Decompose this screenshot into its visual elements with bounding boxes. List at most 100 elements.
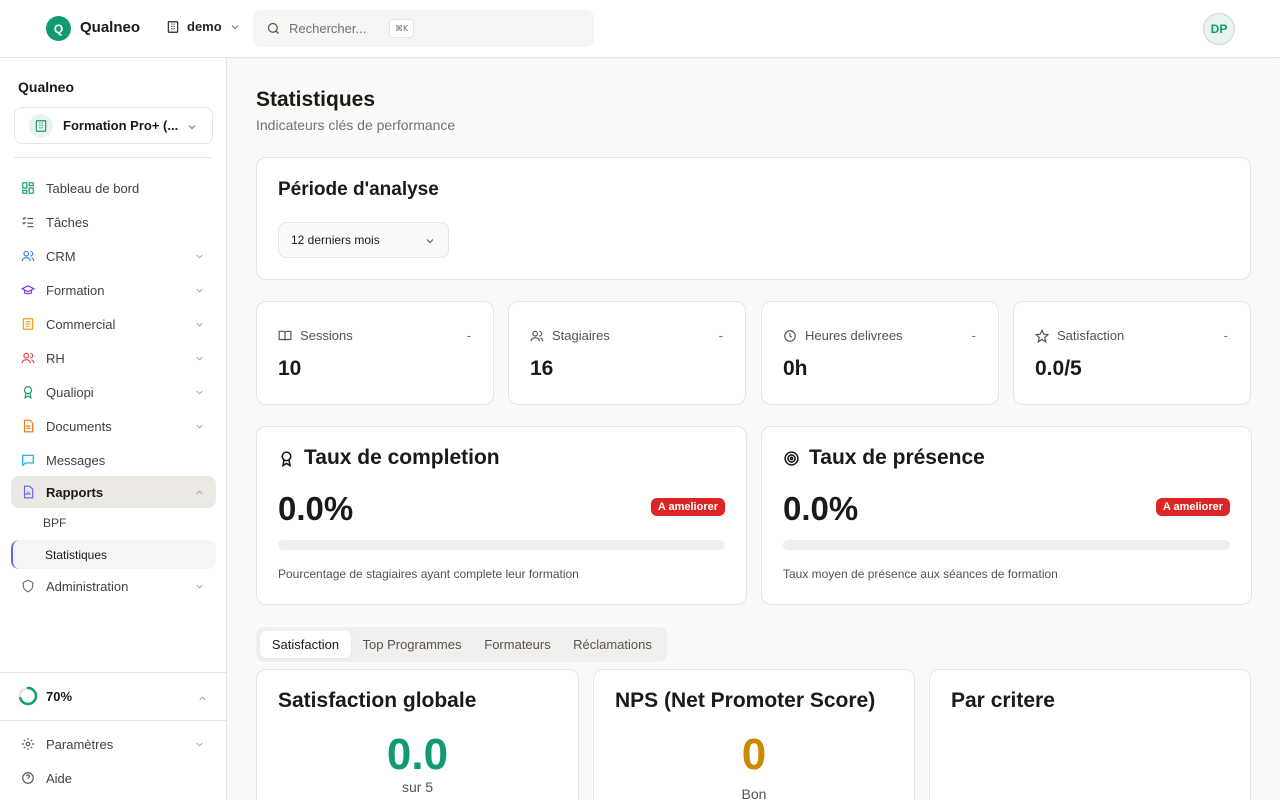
chevron-down-icon: [424, 235, 436, 247]
presence-progress-bar: [783, 540, 1230, 550]
page-title: Statistiques: [256, 88, 376, 111]
nps-subtitle: Bon: [741, 786, 767, 800]
chevron-down-icon: [194, 285, 205, 296]
sidebar-item-label: Rapports: [46, 484, 104, 500]
stat-card-heures: Heures delivrees - 0h: [761, 301, 999, 405]
message-icon: [21, 453, 35, 467]
status-badge: A ameliorer: [1155, 498, 1230, 516]
sidebar-item-label: Formation: [46, 282, 105, 298]
tab-reclamations[interactable]: Réclamations: [563, 631, 662, 658]
nps-card: NPS (Net Promoter Score) 0 Bon: [593, 669, 915, 800]
help-icon: [21, 771, 35, 785]
sidebar-subitem-bpf[interactable]: BPF: [43, 516, 66, 530]
progress-label: 70%: [46, 688, 73, 704]
book-icon: [278, 329, 292, 343]
star-icon: [1035, 328, 1049, 343]
stats-tabs: Satisfaction Top Programmes Formateurs R…: [256, 627, 667, 662]
sidebar-item-rapports[interactable]: Rapports: [11, 476, 216, 508]
sidebar-item-qualiopi[interactable]: Qualiopi: [11, 376, 216, 408]
divider: [0, 672, 226, 673]
stat-label: Heures delivrees: [805, 328, 903, 343]
sidebar-item-aide[interactable]: Aide: [11, 762, 216, 794]
chevron-down-icon: [194, 421, 205, 432]
workspace-label: demo: [187, 19, 222, 34]
onboarding-progress[interactable]: 70%: [18, 686, 72, 706]
building-icon: [29, 113, 53, 138]
period-select-value: 12 derniers mois: [291, 233, 380, 247]
tab-formateurs[interactable]: Formateurs: [474, 631, 561, 658]
tasks-icon: [21, 215, 35, 229]
progress-ring-icon: [18, 686, 38, 706]
user-avatar[interactable]: DP: [1203, 13, 1235, 45]
stat-card-stagiaires: Stagiaires - 16: [508, 301, 746, 405]
sidebar-item-rh[interactable]: RH: [11, 342, 216, 374]
page-subtitle: Indicateurs clés de performance: [256, 117, 456, 133]
sidebar-item-messages[interactable]: Messages: [11, 444, 216, 476]
sidebar-item-label: Tâches: [46, 214, 89, 230]
gear-icon: [21, 737, 35, 751]
search-shortcut: ⌘K: [389, 19, 415, 38]
tab-satisfaction[interactable]: Satisfaction: [260, 631, 351, 658]
completion-title: Taux de completion: [304, 446, 500, 469]
award-icon: [278, 450, 295, 467]
tab-top-programmes[interactable]: Top Programmes: [353, 631, 471, 658]
users-icon: [530, 329, 544, 343]
dashboard-icon: [21, 181, 35, 195]
search-icon: [266, 21, 281, 36]
sidebar-item-parametres[interactable]: Paramètres: [11, 728, 216, 760]
sidebar-item-documents[interactable]: Documents: [11, 410, 216, 442]
divider: [0, 720, 226, 721]
presence-description: Taux moyen de présence aux séances de fo…: [783, 567, 1058, 581]
chevron-down-icon: [194, 319, 205, 330]
completion-progress-bar: [278, 540, 725, 550]
completion-card: Taux de completion 0.0% A ameliorer Pour…: [256, 426, 747, 605]
sidebar-item-label: Paramètres: [46, 736, 114, 752]
period-title: Période d'analyse: [278, 179, 439, 200]
chevron-up-icon[interactable]: [197, 693, 208, 704]
satisfaction-global-card: Satisfaction globale 0.0 sur 5: [256, 669, 579, 800]
users-icon: [21, 249, 35, 263]
presence-value: 0.0%: [783, 490, 859, 527]
building-icon: [166, 20, 180, 34]
sidebar-subitem-statistiques[interactable]: Statistiques: [11, 540, 216, 569]
chevron-down-icon: [194, 353, 205, 364]
sidebar-item-label: Tableau de bord: [46, 180, 140, 196]
workspace-switcher[interactable]: demo: [166, 19, 241, 34]
search-bar[interactable]: ⌘K: [253, 10, 594, 47]
top-bar: Q Qualneo demo ⌘K DP: [0, 0, 1280, 58]
status-badge: A ameliorer: [650, 498, 725, 516]
document-icon: [21, 419, 35, 433]
app-name[interactable]: Qualneo: [80, 19, 140, 36]
chevron-down-icon: [229, 21, 241, 33]
award-icon: [21, 385, 35, 399]
shield-icon: [21, 579, 35, 593]
organization-select-label: Formation Pro+ (...: [63, 118, 179, 133]
search-input[interactable]: [289, 21, 381, 36]
stat-card-satisfaction: Satisfaction - 0.0/5: [1013, 301, 1251, 405]
people-icon: [21, 351, 35, 365]
sidebar-item-formation[interactable]: Formation: [11, 274, 216, 306]
period-select[interactable]: 12 derniers mois: [278, 222, 449, 258]
criteria-card: Par critere: [929, 669, 1251, 800]
app-logo[interactable]: Q: [46, 16, 71, 41]
sidebar-item-taches[interactable]: Tâches: [11, 206, 216, 238]
divider: [14, 157, 212, 158]
report-icon: [21, 485, 35, 499]
stat-value: 16: [530, 357, 554, 380]
stat-label: Sessions: [300, 328, 353, 343]
stat-trend: -: [971, 328, 976, 343]
organization-select[interactable]: Formation Pro+ (...: [14, 107, 213, 144]
sidebar-item-administration[interactable]: Administration: [11, 570, 216, 602]
stat-card-sessions: Sessions - 10: [256, 301, 494, 405]
sidebar-item-commercial[interactable]: Commercial: [11, 308, 216, 340]
sidebar-item-crm[interactable]: CRM: [11, 240, 216, 272]
chevron-down-icon: [194, 581, 205, 592]
sidebar-item-label: CRM: [46, 248, 76, 264]
period-card: Période d'analyse 12 derniers mois: [256, 157, 1251, 280]
satisfaction-global-title: Satisfaction globale: [278, 689, 477, 712]
sidebar-item-label: Messages: [46, 452, 106, 468]
presence-title: Taux de présence: [809, 446, 985, 469]
stat-trend: -: [1223, 328, 1228, 343]
stat-label: Stagiaires: [552, 328, 610, 343]
sidebar-item-tableau-de-bord[interactable]: Tableau de bord: [11, 172, 216, 204]
